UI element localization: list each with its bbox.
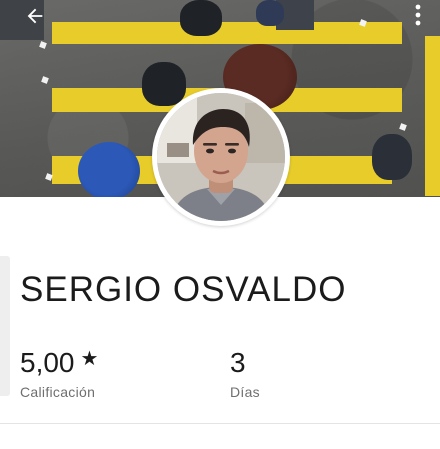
pedestrian [372, 134, 412, 180]
profile-name: SERGIO OSVALDO [20, 270, 347, 309]
profile-avatar-frame [152, 88, 290, 226]
pedestrian [180, 0, 222, 36]
avatar[interactable] [157, 93, 285, 221]
more-options-button[interactable] [408, 2, 428, 28]
blue-umbrella [78, 142, 140, 197]
rating-value: 5,00 [20, 347, 75, 378]
days-value: 3 [230, 347, 246, 378]
crosswalk-stripe [425, 36, 440, 196]
pedestrian [142, 62, 186, 106]
pedestrian [256, 0, 284, 26]
crosswalk-stripe [52, 22, 402, 44]
rating-label: Calificación [20, 384, 96, 400]
section-divider [0, 423, 440, 424]
days-stat: 3 Días [230, 346, 260, 400]
profile-photo [157, 93, 285, 221]
arrow-left-icon [27, 8, 43, 24]
side-drawer-handle[interactable] [0, 256, 10, 396]
days-label: Días [230, 384, 260, 400]
star-icon: ★ [80, 348, 99, 370]
rating-stat: 5,00 ★ Calificación [20, 346, 98, 400]
rating-value-row: 5,00 ★ [20, 346, 98, 380]
more-vertical-icon [415, 4, 421, 26]
back-button[interactable] [16, 0, 54, 32]
